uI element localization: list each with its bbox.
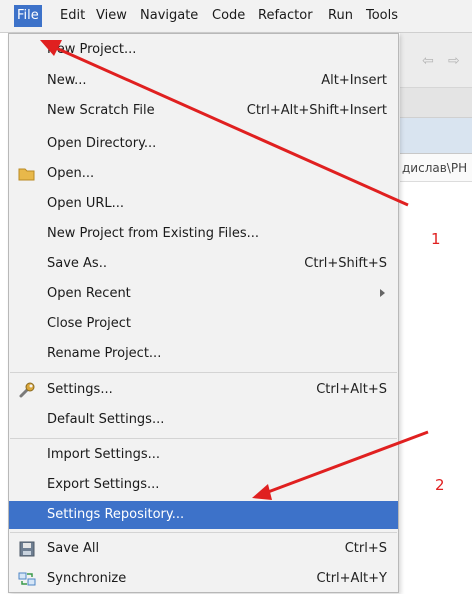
annotation-label-1: 1 (431, 230, 441, 248)
annotation-label-2: 2 (435, 476, 445, 494)
annotation-arrow-1 (40, 40, 409, 207)
annotation-layer (40, 40, 429, 500)
annotation-arrow-2 (252, 430, 429, 500)
